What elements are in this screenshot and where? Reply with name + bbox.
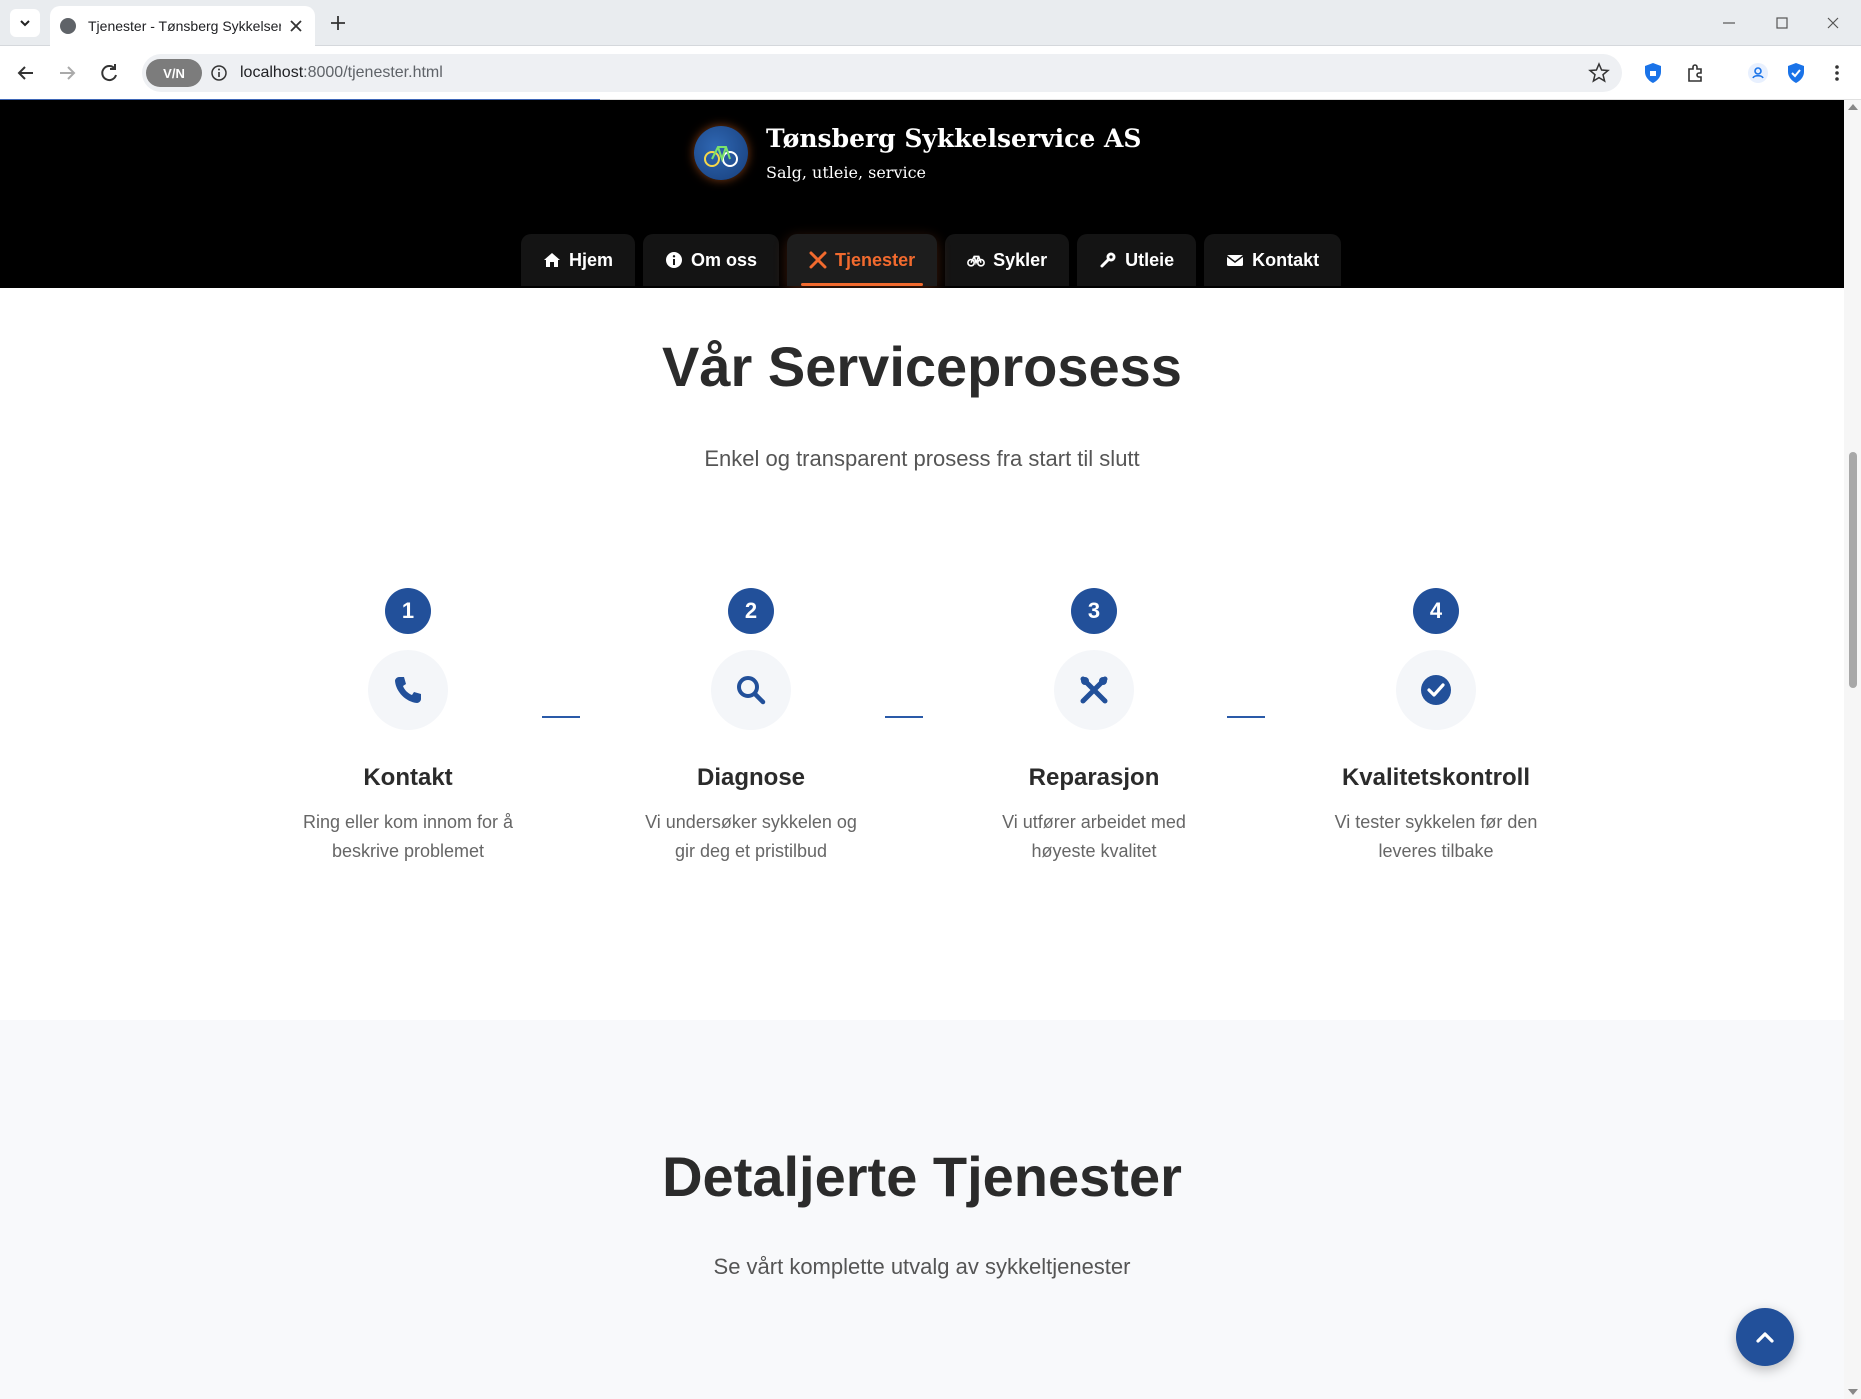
nav-item-hjem[interactable]: Hjem [521, 234, 636, 286]
favicon-icon [60, 18, 76, 34]
url-host: localhost [240, 64, 304, 81]
check-circle-icon [1396, 650, 1476, 730]
process-step: 3 Reparasjon Vi utfører arbeidet med høy… [944, 588, 1244, 866]
scroll-up-arrow-icon[interactable] [1848, 104, 1858, 110]
process-title: Vår Serviceprosess [662, 335, 1182, 398]
step-number: 4 [1413, 588, 1459, 634]
step-number: 3 [1071, 588, 1117, 634]
scroll-down-arrow-icon[interactable] [1848, 1389, 1858, 1395]
step-title: Kvalitetskontroll [1341, 764, 1531, 791]
bicycle-logo-icon [694, 126, 748, 180]
chevron-down-icon [20, 20, 30, 27]
detailed-title: Detaljerte Tjenester [662, 1145, 1182, 1208]
address-bar[interactable]: V/N localhost:8000/tjenester.html [142, 54, 1622, 92]
info-icon [666, 252, 683, 268]
step-title: Diagnose [696, 764, 806, 791]
brand-name: Tønsberg Sykkelservice AS [766, 124, 1142, 153]
tools-icon [809, 251, 827, 269]
step-description: Vi utfører arbeidet med høyeste kvalitet [1002, 812, 1186, 861]
envelope-icon [1226, 255, 1244, 266]
process-step: 2 Diagnose Vi undersøker sykkelen og gir… [601, 588, 901, 866]
bicycle-icon [967, 255, 986, 267]
browser-tabbar: Tjenester - Tønsberg Sykkelservice [0, 0, 1861, 46]
close-icon[interactable] [287, 17, 305, 35]
menu-kebab-icon[interactable] [1824, 60, 1850, 86]
home-icon [544, 253, 560, 267]
tab-title: Tjenester - Tønsberg Sykkelservice [88, 18, 281, 34]
nav-label: Utleie [1125, 249, 1175, 270]
process-step: 4 Kvalitetskontroll Vi tester sykkelen f… [1286, 588, 1586, 866]
bookmark-star-icon[interactable] [1588, 62, 1610, 84]
browser-tab-active[interactable]: Tjenester - Tønsberg Sykkelservice [50, 6, 315, 46]
window-close-icon[interactable] [1820, 10, 1846, 36]
nav-item-sykler[interactable]: Sykler [945, 234, 1070, 286]
step-connector [542, 716, 580, 718]
nav-label: Sykler [993, 249, 1048, 270]
nav-item-kontakt[interactable]: Kontakt [1204, 234, 1342, 286]
shield-extension-icon[interactable] [1640, 60, 1666, 86]
detailed-services-section: Detaljerte Tjenester Se vårt komplette u… [0, 1020, 1844, 1399]
step-connector [1227, 716, 1265, 718]
phone-icon [368, 650, 448, 730]
browser-toolbar: V/N localhost:8000/tjenester.html [0, 46, 1861, 100]
back-icon[interactable] [13, 60, 39, 86]
maximize-icon[interactable] [1769, 10, 1795, 36]
tab-list-button[interactable] [10, 9, 40, 37]
scrollbar-thumb[interactable] [1849, 452, 1857, 688]
wrench-icon [1100, 252, 1116, 268]
extensions-puzzle-icon[interactable] [1682, 60, 1708, 86]
step-connector [885, 716, 923, 718]
step-number: 2 [728, 588, 774, 634]
process-subtitle: Enkel og transparent prosess fra start t… [704, 446, 1140, 471]
nav-item-tjenester[interactable]: Tjenester [787, 234, 938, 286]
service-process-section: Vår Serviceprosess Enkel og transparent … [0, 288, 1844, 1120]
new-tab-icon[interactable] [327, 12, 349, 34]
vpn-badge[interactable]: V/N [146, 59, 202, 87]
step-number: 1 [385, 588, 431, 634]
security-shield-icon[interactable] [1783, 60, 1809, 86]
brand[interactable]: Tønsberg Sykkelservice AS Salg, utleie, … [694, 124, 1141, 182]
step-description: Vi tester sykkelen før den leveres tilba… [1334, 812, 1538, 861]
step-title: Kontakt [363, 764, 453, 791]
step-description: Vi undersøker sykkelen og gir deg et pri… [645, 812, 857, 861]
main-nav: Hjem Om oss Tjenester Sykler Utleie Kont… [521, 234, 1342, 286]
forward-icon[interactable] [54, 60, 80, 86]
detailed-subtitle: Se vårt komplette utvalg av sykkeltjenes… [713, 1254, 1131, 1279]
nav-item-om-oss[interactable]: Om oss [643, 234, 780, 286]
process-step: 1 Kontakt Ring eller kom innom for å bes… [258, 588, 558, 866]
url-text[interactable]: localhost:8000/tjenester.html [240, 64, 443, 82]
nav-label: Hjem [569, 249, 614, 270]
nav-item-utleie[interactable]: Utleie [1077, 234, 1197, 286]
page-viewport: Tønsberg Sykkelservice AS Salg, utleie, … [0, 100, 1844, 1399]
step-description: Ring eller kom innom for å beskrive prob… [302, 812, 514, 861]
reload-icon[interactable] [96, 60, 122, 86]
step-title: Reparasjon [1028, 764, 1160, 791]
minimize-icon[interactable] [1716, 10, 1742, 36]
search-icon [711, 650, 791, 730]
site-header: Tønsberg Sykkelservice AS Salg, utleie, … [0, 100, 1844, 288]
chevron-up-icon [1756, 1332, 1774, 1343]
site-info-icon[interactable] [210, 64, 228, 82]
back-to-top-button[interactable] [1736, 1308, 1794, 1366]
brand-tagline: Salg, utleie, service [766, 163, 927, 182]
nav-label: Tjenester [835, 249, 916, 270]
nav-label: Om oss [691, 249, 758, 270]
tools-icon [1054, 650, 1134, 730]
page-scrollbar[interactable] [1844, 100, 1861, 1399]
profile-icon[interactable] [1745, 60, 1771, 86]
nav-label: Kontakt [1252, 249, 1320, 270]
url-path: :8000/tjenester.html [303, 64, 443, 81]
